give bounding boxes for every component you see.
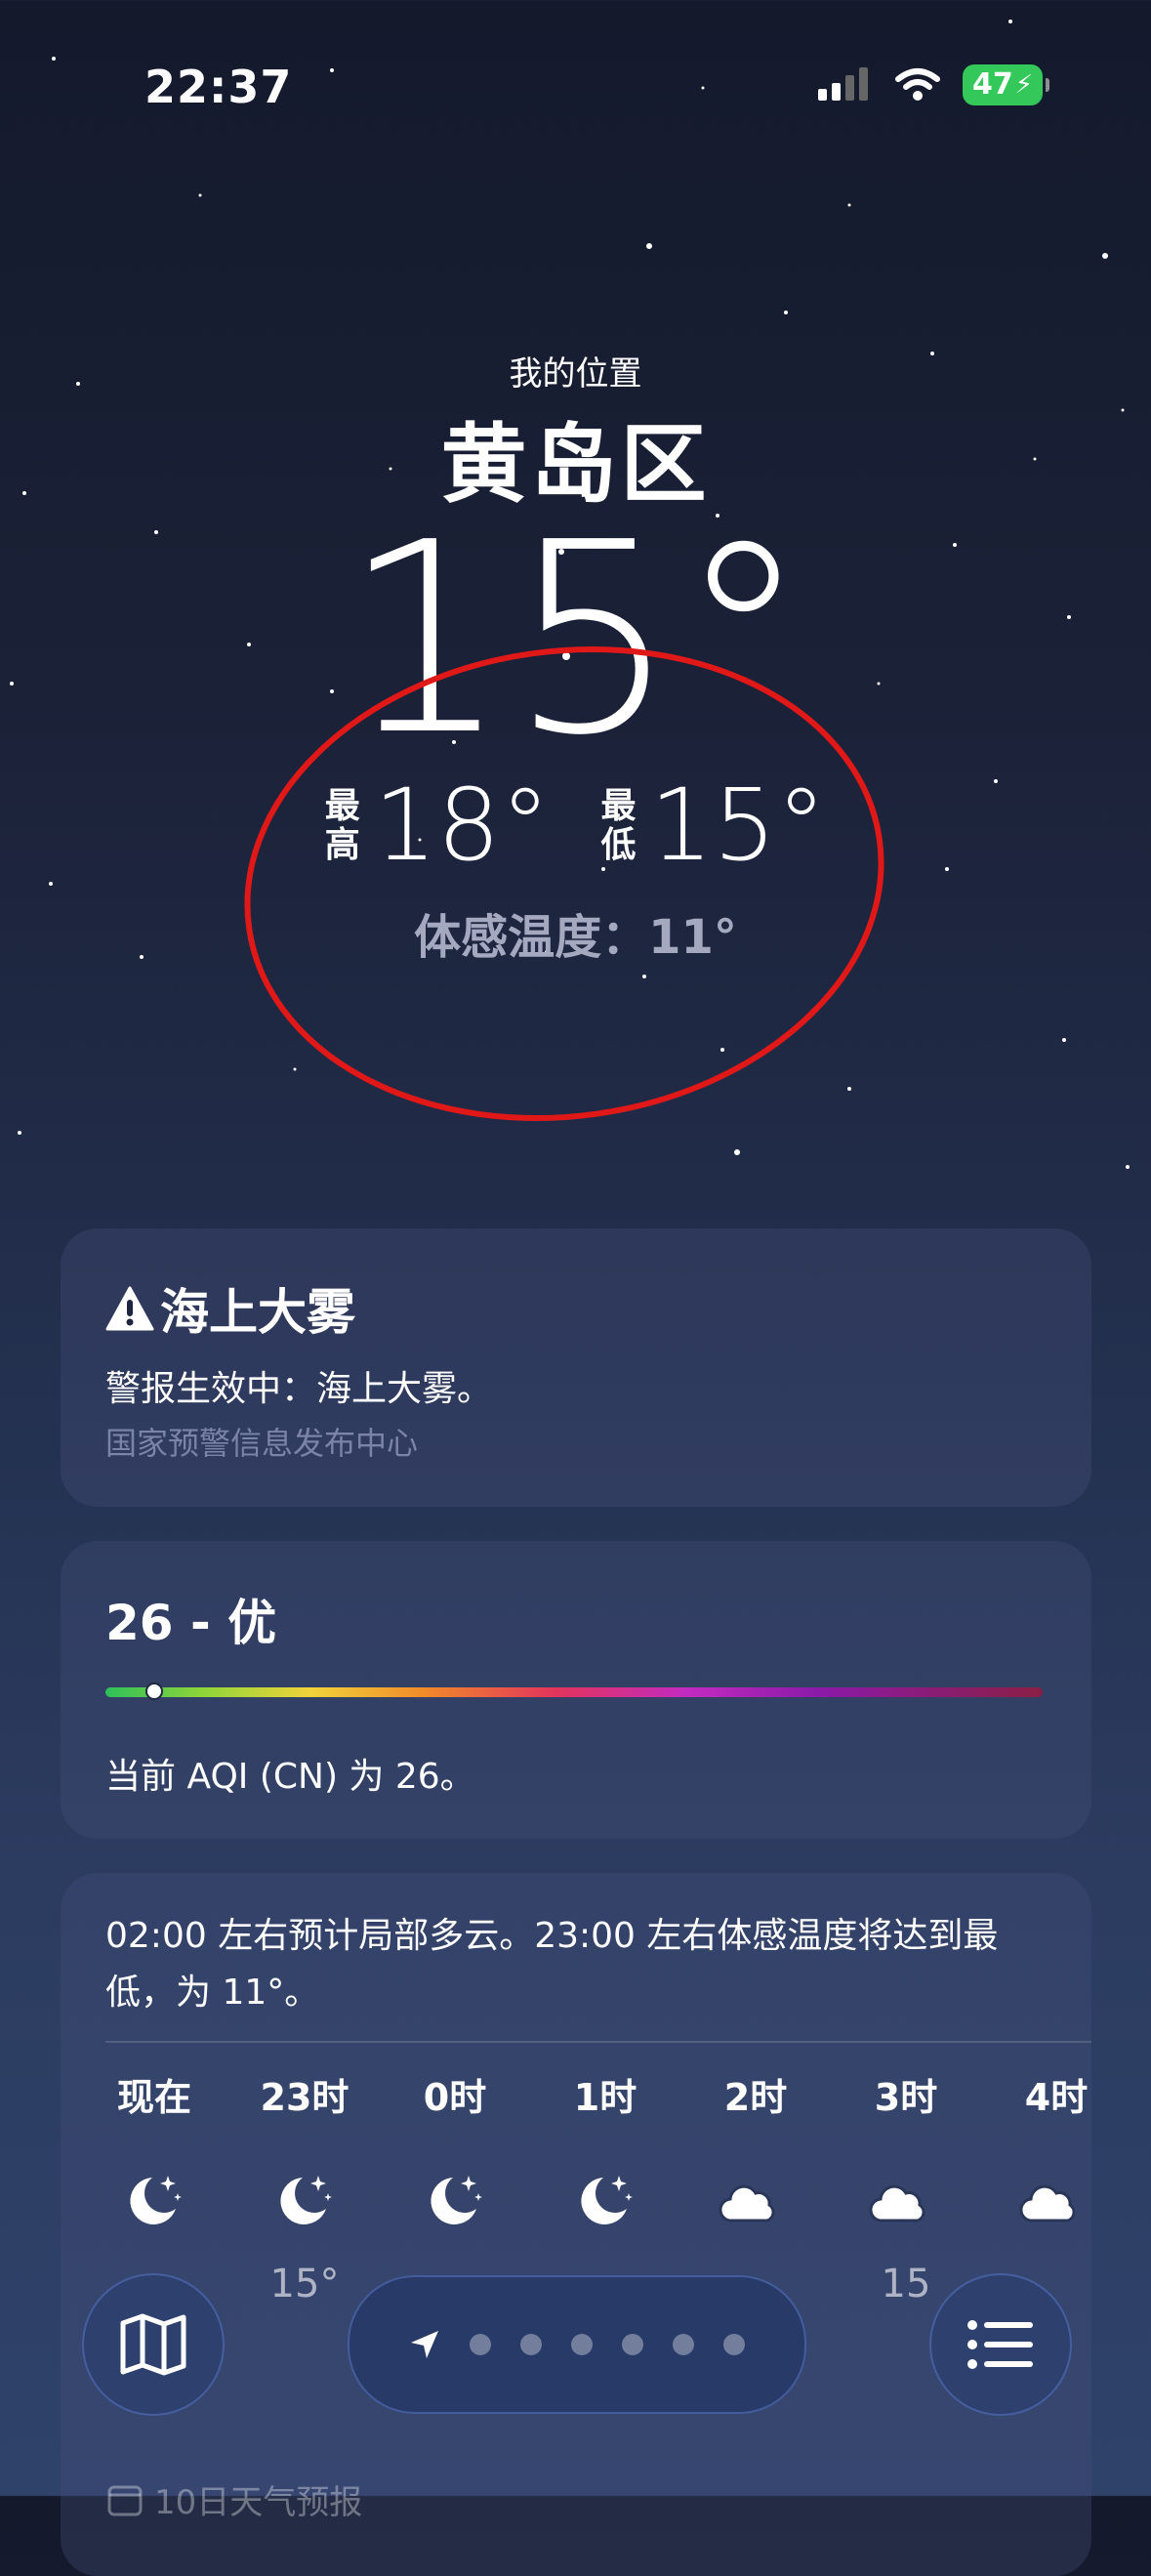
aqi-title: 26 - 优 [105,1595,277,1651]
list-icon [967,2320,1033,2369]
hour-label: 4时 [1024,2076,1089,2119]
aqi-description: 当前 AQI (CN) 为 26。 [105,1757,475,1797]
calendar-icon [107,2485,143,2515]
divider [105,2041,1091,2043]
hourly-summary: 02:00 左右预计局部多云。23:00 左右体感温度将达到最低，为 11°。 [105,1916,999,2013]
wifi-icon [894,68,940,101]
hourly-item: 23时 15° [236,2068,373,2306]
cloud-moon-icon [687,2150,824,2248]
hour-label: 1时 [573,2076,637,2119]
aqi-indicator-dot [144,1683,163,1700]
moon-stars-icon [387,2150,523,2248]
charging-bolt-icon: ⚡ [1014,70,1033,100]
hourly-item: 4时 [988,2068,1091,2262]
red-annotation-circle [244,645,884,1122]
alert-title-row: 海上大雾 [105,1273,355,1344]
hour-label: 0时 [423,2076,487,2119]
cellular-signal-icon [817,67,868,101]
moon-stars-icon [86,2150,223,2248]
page-dot[interactable] [520,2334,542,2355]
page-dot[interactable] [723,2334,745,2355]
warning-triangle-icon [105,1286,154,1331]
hourly-item: 0时 [387,2068,523,2262]
aqi-scale-bar [105,1687,1043,1697]
status-icons: 47 ⚡ [817,64,1049,105]
air-quality-card[interactable]: 26 - 优 当前 AQI (CN) 为 26。 [61,1541,1091,1839]
hourly-forecast-card[interactable]: 02:00 左右预计局部多云。23:00 左右体感温度将达到最低，为 11°。 … [61,1873,1091,2576]
cloud-moon-icon [988,2150,1091,2248]
moon-stars-icon [236,2150,373,2248]
page-dot[interactable] [622,2334,643,2355]
hourly-item: 2时 [687,2068,824,2262]
hourly-item: 3时 15 [838,2068,974,2306]
location-list-button[interactable] [929,2273,1072,2416]
location-subtitle: 我的位置 [509,354,642,394]
cloud-moon-icon [838,2150,974,2248]
alert-title: 海上大雾 [160,1284,355,1341]
ten-day-forecast-header: 10日天气预报 [107,2475,362,2523]
hour-label: 2时 [723,2076,788,2119]
hour-temperature: 15° [269,2262,340,2306]
hour-label: 3时 [874,2076,938,2119]
weather-alert-card[interactable]: 海上大雾 警报生效中：海上大雾。 国家预警信息发布中心 [61,1228,1091,1507]
battery-level: 47 [971,67,1013,102]
ten-day-forecast-label: 10日天气预报 [154,2483,363,2522]
hour-label: 现在 [116,2076,191,2119]
location-page-indicator[interactable] [348,2275,806,2414]
page-dot[interactable] [571,2334,593,2355]
location-arrow-icon [411,2331,438,2358]
battery-indicator: 47 ⚡ [962,64,1043,105]
map-icon [120,2313,186,2376]
page-dot[interactable] [470,2334,491,2355]
status-time: 22:37 [144,61,293,113]
alert-source: 国家预警信息发布中心 [105,1425,419,1462]
hourly-item: 现在 [86,2068,223,2262]
page-dot[interactable] [673,2334,694,2355]
hour-label: 23时 [260,2076,349,2119]
moon-stars-icon [537,2150,674,2248]
hourly-item: 1时 [537,2068,674,2262]
alert-body: 警报生效中：海上大雾。 [105,1369,493,1409]
map-button[interactable] [82,2273,225,2416]
status-bar: 22:37 47 ⚡ [0,59,1151,117]
